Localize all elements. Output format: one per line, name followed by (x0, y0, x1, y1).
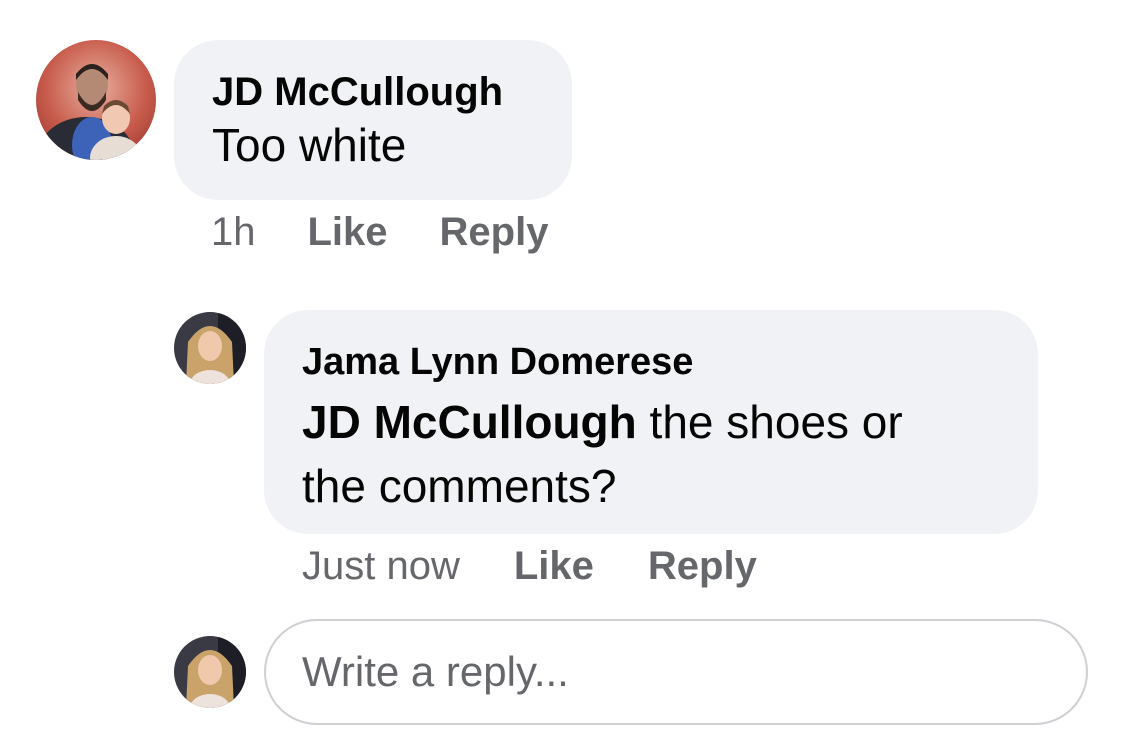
reply-button[interactable]: Reply (440, 210, 549, 255)
comment-bubble: JD McCullough Too white (174, 40, 572, 200)
profile-photo-icon (36, 40, 156, 160)
reply-text-line1: the shoes or (636, 396, 903, 448)
avatar[interactable] (36, 40, 156, 160)
like-button[interactable]: Like (308, 210, 388, 255)
comment-actions: 1h Like Reply (211, 210, 548, 255)
reply-composer[interactable] (264, 619, 1088, 725)
comment-author[interactable]: JD McCullough (212, 68, 572, 116)
reply-bubble: Jama Lynn Domerese JD McCullough the sho… (264, 310, 1038, 534)
profile-photo-icon (174, 636, 246, 708)
like-button[interactable]: Like (514, 544, 594, 589)
reply-button[interactable]: Reply (648, 544, 757, 589)
reply-author[interactable]: Jama Lynn Domerese (302, 340, 1038, 384)
avatar (174, 636, 246, 708)
comment-timestamp[interactable]: 1h (211, 210, 256, 255)
comment-text: Too white (212, 119, 407, 171)
reply-text-line2: the comments? (302, 460, 617, 512)
mention-link[interactable]: JD McCullough (302, 396, 637, 448)
avatar[interactable] (174, 312, 246, 384)
reply-text: JD McCullough the shoes or the comments? (302, 390, 1038, 518)
reply-input[interactable] (266, 648, 1086, 696)
reply-timestamp[interactable]: Just now (302, 544, 460, 589)
reply-actions: Just now Like Reply (302, 544, 757, 589)
comment-thread: JD McCullough Too white 1h Like Reply Ja… (0, 0, 1124, 754)
profile-photo-icon (174, 312, 246, 384)
